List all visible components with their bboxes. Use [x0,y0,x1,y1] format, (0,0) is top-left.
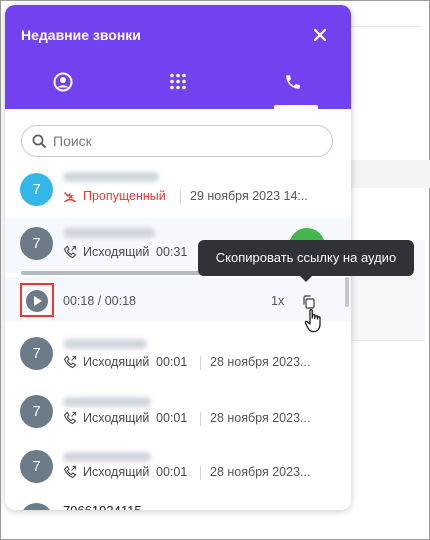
call-duration: 00:01 [156,355,188,369]
close-icon [313,28,327,42]
avatar: 7 [20,395,53,428]
tab-dialpad[interactable] [158,67,198,97]
contact-name: 79661934115 [63,503,142,510]
call-duration: 00:01 [156,465,188,479]
tooltip: Скопировать ссылку на аудио [198,240,414,276]
avatar: 7 [20,503,53,510]
playback-time: 00:18 / 00:18 [63,294,136,308]
play-button[interactable] [26,290,48,312]
avatar: 7 [20,173,53,206]
contact-name-redacted [63,172,159,182]
separator [180,190,181,204]
widget-title: Недавние звонки [21,27,141,43]
contact-name-redacted [63,339,147,349]
close-button[interactable] [311,26,329,44]
contact-name-redacted [63,452,151,462]
call-row[interactable]: 7 Исходящий 00:01 28 ноября 2023... [5,324,351,377]
call-type: Исходящий [83,245,150,259]
outgoing-call-icon [63,355,77,369]
search-box[interactable] [21,125,333,157]
call-type: Исходящий [83,355,150,369]
search-input[interactable] [53,131,323,151]
active-tab-indicator [274,105,318,109]
call-date: 28 ноября 2023... [210,465,311,479]
call-row[interactable]: 7 Исходящий 00:01 28 ноября 2023... [5,385,351,438]
dialpad-icon [170,73,186,90]
call-type: Пропущенный [83,189,166,203]
background-header [350,0,420,27]
call-type: Исходящий [83,411,150,425]
contact-name-redacted [63,397,151,407]
call-date: 29 ноября 2023 14:.. [190,189,308,203]
tooltip-arrow [300,276,312,282]
call-row[interactable]: 7 79661934115 [5,495,351,510]
widget-header: Недавние звонки [5,5,351,109]
missed-call-icon [64,192,76,203]
separator [200,466,201,480]
avatar: 7 [20,227,53,260]
avatar: 7 [20,337,53,370]
hand-cursor-icon [304,309,321,333]
call-date: 28 ноября 2023... [210,411,311,425]
search-icon [32,134,46,148]
contact-name-redacted [63,228,155,238]
call-duration: 00:31 [156,245,188,259]
playback-speed-button[interactable]: 1x [271,294,284,308]
scrollbar-thumb[interactable] [345,277,349,307]
outgoing-call-icon [63,411,77,425]
call-row[interactable]: 7 Пропущенный 29 ноября 2023 14:.. [5,165,351,218]
call-row[interactable]: 7 Исходящий 00:01 28 ноября 2023... [5,443,351,496]
tab-contacts[interactable] [43,67,83,97]
tab-recent-calls[interactable] [273,67,313,97]
calls-list: 7 Пропущенный 29 ноября 2023 14:.. 7 Исх… [5,165,351,510]
call-date: 28 ноября 2023... [210,355,311,369]
background-row [350,160,430,188]
separator [200,356,201,370]
person-circle-icon [53,72,73,92]
avatar: 7 [20,450,53,483]
outgoing-call-icon [63,465,77,479]
outgoing-call-icon [63,245,77,259]
phone-icon [286,75,300,89]
call-type: Исходящий [83,465,150,479]
call-duration: 00:01 [156,411,188,425]
separator [200,412,201,426]
